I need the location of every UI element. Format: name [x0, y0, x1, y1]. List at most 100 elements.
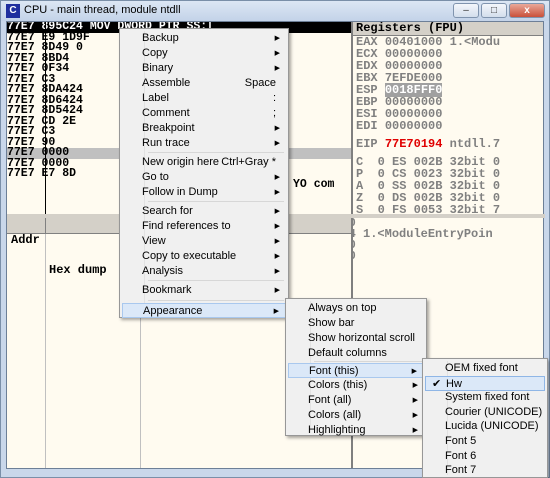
segment-bits: 32bit 7 [449, 203, 501, 214]
chevron-right-icon: ▶ [274, 238, 280, 245]
menu-separator [148, 300, 284, 301]
chevron-right-icon: ▶ [412, 397, 418, 404]
menu-item-appearance-label: Appearance [143, 305, 203, 317]
menu-item-font-font-5-label: Font 5 [445, 435, 477, 447]
menu-item-assemble[interactable]: Assemble Space [122, 76, 286, 91]
menu-item-font-font-7[interactable]: Font 7 [425, 463, 545, 478]
menu-item-label[interactable]: Label: [122, 91, 286, 106]
menu-item-analysis-label: Analysis [142, 265, 183, 277]
menu-item-breakpoint[interactable]: Breakpoint ▶ [122, 121, 286, 136]
window-title: CPU - main thread, module ntdll [24, 4, 181, 16]
menu-item-colors-this[interactable]: Colors (this) ▶ [288, 378, 424, 393]
menu-item-follow-in-dump[interactable]: Follow in Dump ▶ [122, 185, 286, 200]
menu-item-new-origin-here-label: New origin here [142, 156, 220, 168]
chevron-right-icon: ▶ [274, 35, 280, 42]
menu-item-font-lucida-unicode[interactable]: Lucida (UNICODE) [425, 419, 545, 434]
chevron-right-icon: ▶ [412, 427, 418, 434]
menu-item-view[interactable]: View ▶ [122, 234, 286, 249]
chevron-right-icon: ▶ [412, 412, 418, 419]
menu-item-font-system-fixed-font[interactable]: System fixed font [425, 390, 545, 405]
appearance-submenu: Always on top Show bar Show horizontal scr… [285, 298, 427, 436]
menu-item-comment-label: Comment [142, 107, 190, 119]
eip-row: EIP 77E70194 ntdll.7 [353, 138, 543, 150]
registers-pane[interactable]: Registers (FPU) EAX 00401000 1.<Modu ECX … [353, 22, 543, 214]
maximize-button[interactable]: □ [481, 3, 507, 18]
dump-col-addr[interactable]: Addr [11, 233, 40, 248]
menu-item-font-this-label: Font (this) [309, 365, 359, 377]
segment-value: 0053 [413, 203, 443, 214]
registers-title: Registers (FPU) [353, 22, 543, 36]
menu-item-font-oem-fixed-font-label: OEM fixed font [445, 362, 518, 374]
chevron-right-icon: ▶ [274, 253, 280, 260]
menu-item-find-references-to-label: Find references to [142, 220, 231, 232]
menu-separator [148, 280, 284, 281]
chevron-right-icon: ▶ [274, 287, 280, 294]
menu-item-bookmark[interactable]: Bookmark ▶ [122, 283, 286, 298]
menu-item-go-to[interactable]: Go to ▶ [122, 170, 286, 185]
menu-item-font-courier-unicode-label: Courier (UNICODE) [445, 405, 543, 418]
menu-item-backup[interactable]: Backup ▶ [122, 31, 286, 46]
menu-item-font-font-6[interactable]: Font 6 [425, 449, 545, 464]
menu-item-appearance[interactable]: Appearance ▶ [122, 303, 286, 318]
menu-item-font-all[interactable]: Font (all) ▶ [288, 393, 424, 408]
register-name: EDI [356, 119, 378, 133]
menu-item-font-oem-fixed-font[interactable]: OEM fixed font [425, 361, 545, 376]
menu-item-copy[interactable]: Copy ▶ [122, 46, 286, 61]
menu-item-font-courier-unicode[interactable]: Courier (UNICODE) [425, 405, 545, 420]
menu-item-binary[interactable]: Binary ▶ [122, 61, 286, 76]
menu-item-default-columns[interactable]: Default columns [288, 346, 424, 361]
menu-item-view-label: View [142, 235, 166, 247]
chevron-right-icon: ▶ [274, 268, 280, 275]
menu-item-run-trace-label: Run trace [142, 137, 190, 149]
menu-item-bookmark-label: Bookmark [142, 284, 192, 296]
menu-item-font-all-label: Font (all) [308, 394, 352, 406]
menu-item-comment[interactable]: Comment; [122, 106, 286, 121]
stack-comment: 1.<ModuleEntryPoin [355, 227, 493, 241]
menu-item-copy-to-executable-label: Copy to executable [142, 250, 237, 262]
menu-item-find-references-to[interactable]: Find references to ▶ [122, 219, 286, 234]
menu-item-font-this[interactable]: Font (this) ▶ [288, 363, 424, 378]
register-row[interactable]: EDI 00000000 [353, 120, 543, 132]
chevron-right-icon: ▶ [273, 308, 279, 315]
menu-item-show-horizontal-scroll-label: Show horizontal scroll [308, 332, 415, 344]
font-submenu: OEM fixed font Hw ✔ System fixed font Courie… [422, 358, 548, 478]
chevron-right-icon: ▶ [274, 223, 280, 230]
stack-row[interactable]: 0018 004 1.<ModuleEntryPoin [353, 227, 543, 241]
segment-name: FS [392, 203, 407, 214]
menu-item-font-hw[interactable]: Hw ✔ [425, 375, 545, 391]
stack-row[interactable]: 0018 000 [353, 249, 543, 263]
menu-item-highlighting-label: Highlighting [308, 424, 366, 436]
menu-item-breakpoint-label: Breakpoint [142, 122, 195, 134]
cpu-window: C CPU - main thread, module ntdll – □ x … [0, 0, 550, 478]
menu-item-copy-to-executable[interactable]: Copy to executable ▶ [122, 249, 286, 264]
menu-item-font-font-5[interactable]: Font 5 [425, 434, 545, 449]
context-menu: Backup ▶ Copy ▶ Binary ▶ Assemble Space Label: Co… [119, 28, 289, 318]
dump-col-hex[interactable]: Hex dump [49, 263, 107, 278]
stack-value: 000 [353, 249, 356, 263]
title-bar[interactable]: C CPU - main thread, module ntdll – □ x [1, 1, 549, 21]
chevron-right-icon: ▶ [274, 208, 280, 215]
eip-extra: ntdll.7 [442, 137, 501, 151]
stack-row[interactable]: 0018 000 [353, 239, 543, 251]
menu-item-analysis[interactable]: Analysis ▶ [122, 264, 286, 279]
menu-item-search-for[interactable]: Search for ▶ [122, 204, 286, 219]
menu-item-follow-in-dump-label: Follow in Dump [142, 186, 218, 198]
menu-item-show-bar[interactable]: Show bar [288, 316, 424, 331]
menu-item-binary-label: Binary [142, 62, 174, 74]
menu-item-always-on-top[interactable]: Always on top [288, 301, 424, 316]
menu-item-default-columns-label: Default columns [308, 347, 387, 359]
disasm-address: 77E7 [7, 167, 35, 180]
menu-item-run-trace[interactable]: Run trace ▶ [122, 136, 286, 151]
close-button[interactable]: x [509, 3, 545, 18]
flag-value: 0 [377, 203, 385, 214]
menu-item-backup-label: Backup [142, 32, 179, 44]
menu-item-colors-all[interactable]: Colors (all) ▶ [288, 408, 424, 423]
flag-row[interactable]: S 0 FS 0053 32bit 7 [353, 204, 543, 214]
dump-col-line [45, 234, 46, 468]
minimize-button[interactable]: – [453, 3, 479, 18]
menu-item-new-origin-here[interactable]: New origin here Ctrl+Gray * [122, 155, 286, 170]
menu-item-show-horizontal-scroll[interactable]: Show horizontal scroll [288, 331, 424, 346]
menu-item-highlighting[interactable]: Highlighting ▶ [288, 423, 424, 438]
chevron-right-icon: ▶ [274, 125, 280, 132]
disasm-column-divider [45, 22, 46, 214]
